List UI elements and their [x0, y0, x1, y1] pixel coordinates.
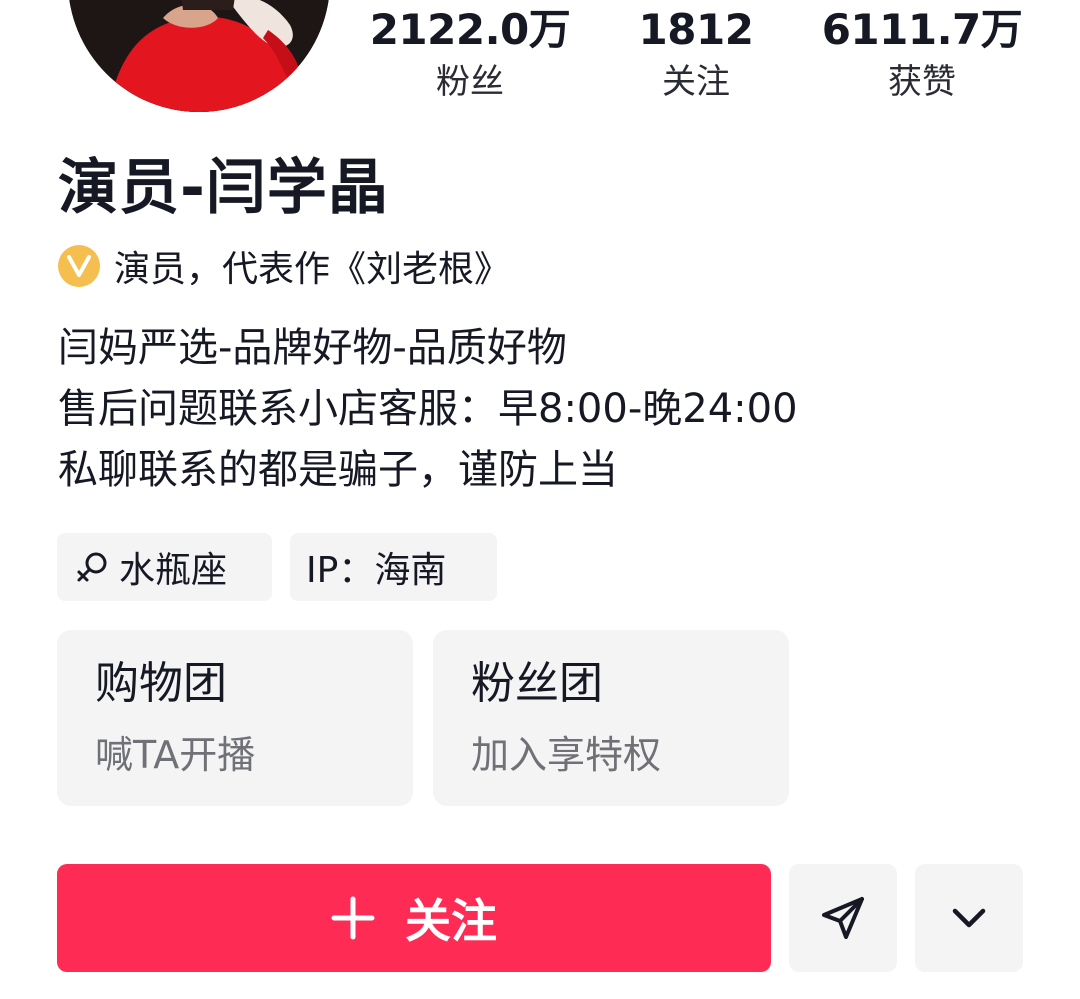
- follow-label: 关注: [405, 894, 497, 948]
- verified-badge-icon: [58, 245, 100, 287]
- bio-line: 售后问题联系小店客服：早8:00-晚24:00: [58, 386, 798, 432]
- message-button[interactable]: [789, 864, 897, 972]
- bio-line: 私聊联系的都是骗子，谨防上当: [58, 447, 618, 493]
- plus-icon: [331, 896, 375, 940]
- shopping-group-card[interactable]: 购物团 喊TA开播: [57, 630, 413, 806]
- bio: 闫妈严选-品牌好物-品质好物 售后问题联系小店客服：早8:00-晚24:00 私…: [58, 318, 798, 501]
- avatar[interactable]: [68, 0, 330, 112]
- avatar-photo: [68, 0, 330, 112]
- card-title: 粉丝团: [471, 658, 603, 709]
- female-gender-icon: [77, 552, 107, 582]
- chevron-down-icon: [952, 908, 986, 928]
- more-button[interactable]: [915, 864, 1023, 972]
- verified-v-glyph: [67, 255, 91, 277]
- likes-count: 6111.7万: [821, 5, 1023, 54]
- followers-label: 粉丝: [436, 62, 504, 102]
- card-title: 购物团: [95, 658, 227, 709]
- verified-text: 演员，代表作《刘老根》: [114, 249, 511, 290]
- send-icon: [822, 897, 864, 939]
- stat-followers[interactable]: 2122.0万 粉丝: [360, 4, 580, 104]
- stat-likes[interactable]: 6111.7万 获赞: [812, 4, 1032, 104]
- fan-group-card[interactable]: 粉丝团 加入享特权: [433, 630, 789, 806]
- following-count: 1812: [638, 5, 754, 54]
- follow-button[interactable]: 关注: [57, 864, 771, 972]
- followers-count: 2122.0万: [369, 5, 571, 54]
- stat-following[interactable]: 1812 关注: [586, 4, 806, 104]
- zodiac-label: 水瓶座: [119, 550, 228, 591]
- card-subtitle: 喊TA开播: [95, 733, 256, 777]
- bio-line: 闫妈严选-品牌好物-品质好物: [58, 325, 567, 371]
- zodiac-tag: 水瓶座: [57, 533, 272, 601]
- profile-name: 演员-闫学晶: [58, 153, 389, 223]
- ip-label: IP：海南: [306, 550, 447, 591]
- card-subtitle: 加入享特权: [471, 733, 662, 777]
- verified-row: 演员，代表作《刘老根》: [58, 240, 510, 292]
- ip-tag: IP：海南: [290, 533, 497, 601]
- likes-label: 获赞: [888, 62, 956, 102]
- following-label: 关注: [662, 62, 730, 102]
